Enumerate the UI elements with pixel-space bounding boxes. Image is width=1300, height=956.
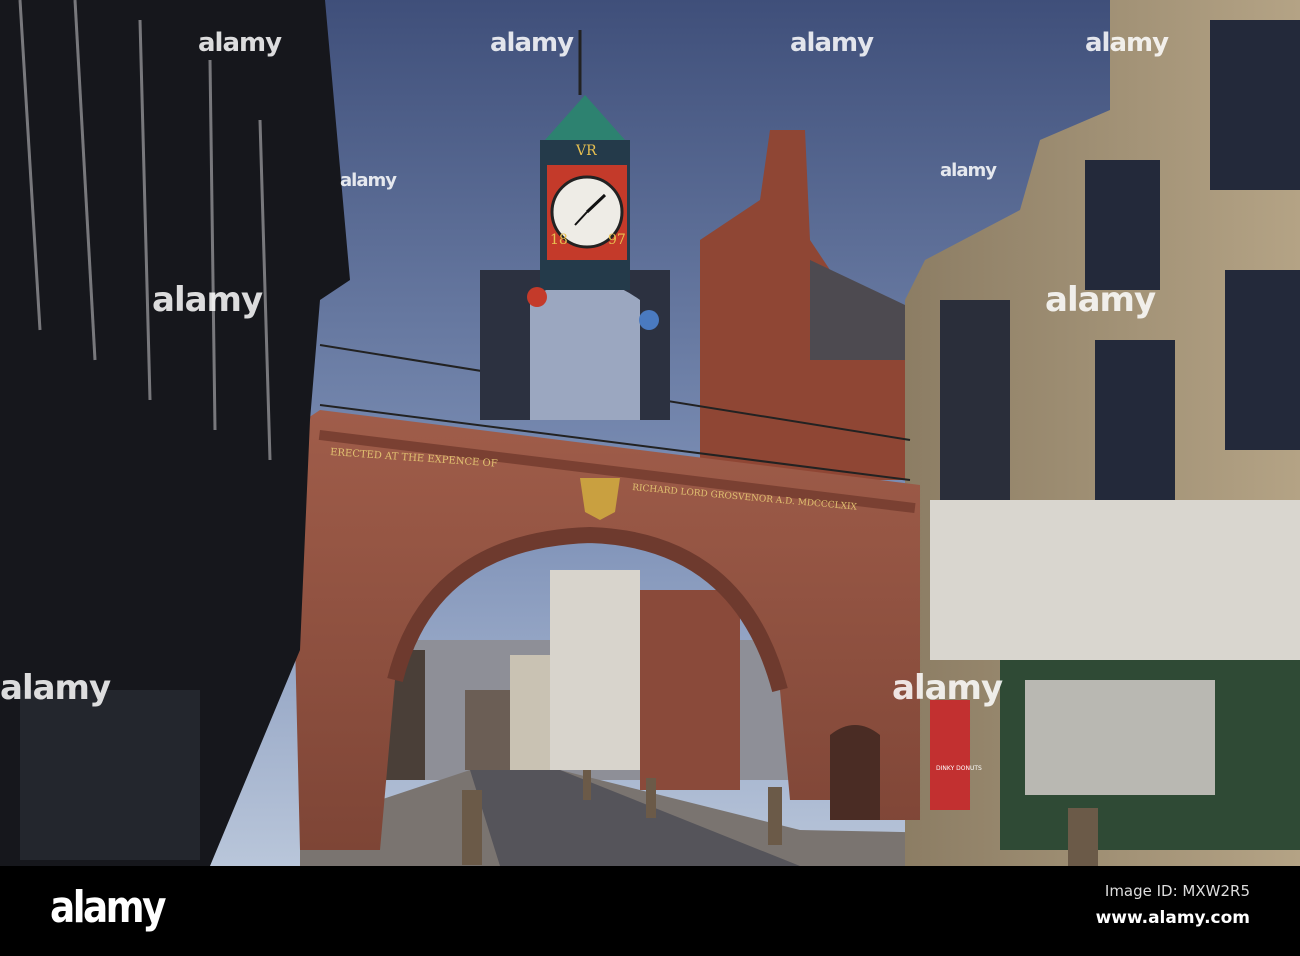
- watermark: alamy: [892, 668, 1003, 708]
- clock-year-right: 97: [608, 232, 626, 248]
- watermark: alamy: [152, 280, 263, 320]
- watermark: alamy: [1085, 28, 1169, 58]
- photo-scene: DINKY DONUTS VR 18 97 ERECTED AT THE EXP…: [0, 0, 1300, 866]
- watermark: alamy: [1045, 280, 1156, 320]
- watermark: alamy: [0, 668, 111, 708]
- clock-monogram: VR: [575, 143, 597, 159]
- alamy-logo: alamy: [50, 882, 166, 933]
- watermark: alamy: [198, 28, 282, 58]
- watermark: alamy: [790, 28, 874, 58]
- site-url: www.alamy.com: [1095, 908, 1250, 928]
- watermark: alamy: [340, 170, 397, 191]
- image-id: Image ID: MXW2R5: [1104, 882, 1250, 900]
- photo-stage: DINKY DONUTS VR 18 97 ERECTED AT THE EXP…: [0, 0, 1300, 956]
- watermark: alamy: [940, 160, 997, 181]
- clock-year-left: 18: [550, 232, 568, 248]
- watermark: alamy: [490, 28, 574, 58]
- footer-bar: alamy Image ID: MXW2R5 www.alamy.com: [0, 866, 1300, 956]
- shop-sign: DINKY DONUTS: [936, 765, 982, 772]
